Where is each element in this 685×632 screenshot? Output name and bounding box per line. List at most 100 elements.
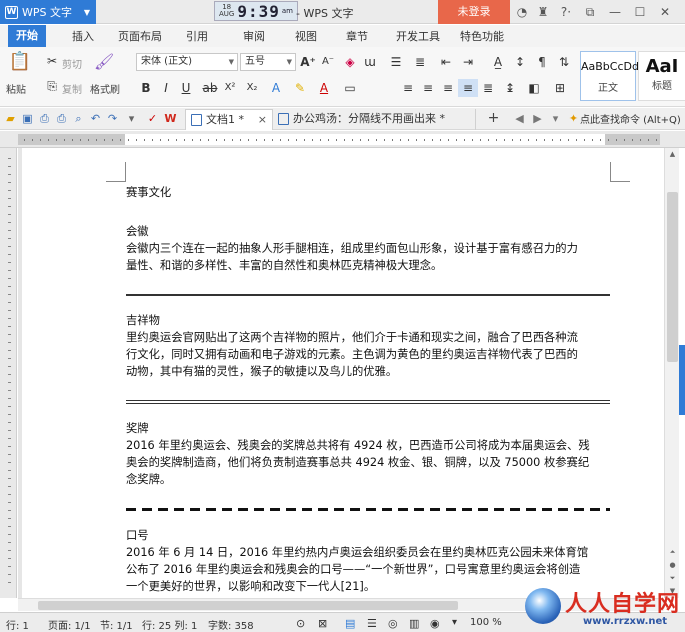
cut-label[interactable]: 剪切 bbox=[62, 56, 82, 71]
italic-icon[interactable]: I bbox=[156, 79, 176, 97]
tab-special[interactable]: 特色功能 bbox=[460, 28, 504, 44]
line-spacing-icon[interactable]: ↨ bbox=[500, 79, 520, 97]
command-search[interactable]: 点此查找命令 (Alt+Q) bbox=[580, 111, 681, 126]
tab-list-icon[interactable]: ▾ bbox=[548, 111, 563, 126]
shirt-icon[interactable]: ♜ bbox=[535, 4, 551, 20]
increase-indent-icon[interactable]: ⇥ bbox=[458, 53, 478, 71]
chinese-layout-icon[interactable]: A̲ bbox=[488, 53, 508, 71]
tab-insert[interactable]: 插入 bbox=[72, 28, 94, 44]
status-page[interactable]: 页面: 1/1 bbox=[48, 617, 91, 632]
paste-label[interactable]: 粘贴 bbox=[6, 81, 26, 96]
highlight-icon[interactable]: ✎ bbox=[290, 79, 310, 97]
eye-protect-icon[interactable]: ◉ bbox=[430, 617, 440, 630]
scroll-thumb[interactable] bbox=[667, 192, 678, 362]
char-border-icon[interactable]: ▭ bbox=[340, 79, 360, 97]
redo-icon[interactable]: ↷ bbox=[105, 111, 120, 126]
sort-icon[interactable]: ↕ bbox=[510, 53, 530, 71]
undo-icon[interactable]: ↶ bbox=[88, 111, 103, 126]
scroll-up-icon[interactable]: ▲ bbox=[665, 148, 680, 161]
doc-tab-1[interactable]: 文档1 * × bbox=[185, 109, 273, 130]
pin-icon[interactable]: ✓ bbox=[145, 111, 160, 126]
distributed-icon[interactable]: ≣ bbox=[478, 79, 498, 97]
minimize-icon[interactable]: — bbox=[607, 4, 623, 20]
font-color-icon[interactable]: A bbox=[314, 79, 334, 97]
align-center-icon[interactable]: ≡ bbox=[418, 79, 438, 97]
style-heading[interactable]: AaI 标题 bbox=[638, 51, 685, 101]
zoom-menu-icon[interactable]: ▾ bbox=[452, 617, 457, 628]
subscript-icon[interactable]: X₂ bbox=[242, 79, 262, 97]
tab-page-layout[interactable]: 页面布局 bbox=[118, 28, 162, 44]
style-normal[interactable]: AaBbCcDd 正文 bbox=[580, 51, 639, 101]
tab-chapter[interactable]: 章节 bbox=[346, 28, 368, 44]
new-tab-icon[interactable]: + bbox=[486, 111, 501, 126]
prev-page-icon[interactable]: ⏶ bbox=[665, 546, 680, 559]
read-mode-icon[interactable]: ▥ bbox=[409, 617, 419, 630]
close-icon[interactable]: ✕ bbox=[657, 4, 673, 20]
grow-font-icon[interactable]: A⁺ bbox=[298, 53, 318, 71]
skin-icon[interactable]: ◔ bbox=[514, 4, 530, 20]
numbering-icon[interactable]: ≣ bbox=[410, 53, 430, 71]
tab-developer[interactable]: 开发工具 bbox=[396, 28, 440, 44]
restore-ribbon-icon[interactable]: ⧉ bbox=[582, 4, 598, 20]
font-name-select[interactable]: 宋体 (正文) ▼ bbox=[136, 53, 238, 71]
open-folder-icon[interactable]: ▰ bbox=[3, 111, 18, 126]
bullets-icon[interactable]: ☰ bbox=[386, 53, 406, 71]
outline-view-icon[interactable]: ☰ bbox=[367, 617, 377, 630]
wps-tab-icon[interactable]: W bbox=[163, 111, 178, 126]
tab-references[interactable]: 引用 bbox=[186, 28, 208, 44]
track-changes-icon[interactable]: ⊙ bbox=[296, 617, 305, 630]
print-icon[interactable]: ⎙ bbox=[54, 111, 69, 126]
clear-format-icon[interactable]: ◈ bbox=[340, 53, 360, 71]
status-word-count[interactable]: 字数: 358 bbox=[208, 617, 254, 632]
print-preview-icon[interactable]: ⌕ bbox=[71, 111, 86, 126]
strikethrough-icon[interactable]: ab bbox=[200, 79, 220, 97]
decrease-indent-icon[interactable]: ⇤ bbox=[436, 53, 456, 71]
page-view-icon[interactable]: ▤ bbox=[345, 617, 355, 630]
customize-qa-icon[interactable]: ▾ bbox=[124, 111, 139, 126]
help-icon[interactable]: ?· bbox=[555, 4, 577, 20]
format-painter-icon[interactable]: 🖌 bbox=[94, 53, 114, 71]
hscroll-thumb[interactable] bbox=[38, 601, 458, 610]
wps-app-menu-button[interactable]: W WPS 文字 ▼ bbox=[0, 0, 96, 24]
export-pdf-icon[interactable]: ⎙ bbox=[37, 111, 52, 126]
justify-icon[interactable]: ≡ bbox=[458, 79, 478, 97]
text-direction-icon[interactable]: ⇅ bbox=[554, 53, 574, 71]
superscript-icon[interactable]: X² bbox=[220, 79, 240, 97]
tab-next-icon[interactable]: ▶ bbox=[530, 111, 545, 126]
close-icon[interactable]: × bbox=[258, 110, 267, 130]
copy-icon[interactable]: ⎘ bbox=[42, 77, 62, 95]
paste-icon[interactable]: 📋 bbox=[8, 53, 32, 79]
select-browse-icon[interactable]: ● bbox=[665, 559, 680, 572]
bold-icon[interactable]: B bbox=[136, 79, 156, 97]
text-effect-icon[interactable]: A bbox=[266, 79, 286, 97]
format-painter-label[interactable]: 格式刷 bbox=[90, 81, 120, 96]
side-panel-toggle[interactable] bbox=[679, 345, 685, 415]
font-size-select[interactable]: 五号 ▼ bbox=[240, 53, 296, 71]
page[interactable]: 赛事文化 会徽 会徽内三个连在一起的抽象人形手腿相连，组成里约面包山形象，设计基… bbox=[22, 148, 664, 598]
scissors-icon[interactable]: ✂ bbox=[42, 52, 62, 70]
login-button[interactable]: 未登录 bbox=[438, 0, 510, 24]
maximize-icon[interactable]: ☐ bbox=[632, 4, 648, 20]
shrink-font-icon[interactable]: A⁻ bbox=[318, 53, 338, 71]
shading-icon[interactable]: ◧ bbox=[524, 79, 544, 97]
tab-home[interactable]: 开始 bbox=[8, 25, 46, 47]
tab-view[interactable]: 视图 bbox=[295, 28, 317, 44]
borders-icon[interactable]: ⊞ bbox=[550, 79, 570, 97]
save-icon[interactable]: ▣ bbox=[20, 111, 35, 126]
zoom-level[interactable]: 100 % bbox=[470, 617, 502, 628]
tab-review[interactable]: 审阅 bbox=[243, 28, 265, 44]
tab-prev-icon[interactable]: ◀ bbox=[512, 111, 527, 126]
vertical-ruler[interactable] bbox=[0, 148, 17, 598]
vertical-scrollbar[interactable]: ▲ ⏶ ● ⏷ ▼ bbox=[664, 148, 679, 598]
show-marks-icon[interactable]: ¶ bbox=[532, 53, 552, 71]
protect-icon[interactable]: ⊠ bbox=[318, 617, 327, 630]
doc-tab-2[interactable]: 办公鸡汤：分隔线不用画出来 * bbox=[273, 109, 476, 130]
horizontal-ruler[interactable] bbox=[0, 131, 685, 148]
align-left-icon[interactable]: ≡ bbox=[398, 79, 418, 97]
web-view-icon[interactable]: ◎ bbox=[388, 617, 398, 630]
underline-icon[interactable]: U bbox=[176, 79, 196, 97]
align-right-icon[interactable]: ≡ bbox=[438, 79, 458, 97]
document-body[interactable]: 赛事文化 会徽 会徽内三个连在一起的抽象人形手腿相连，组成里约面包山形象，设计基… bbox=[126, 184, 610, 595]
phonetic-icon[interactable]: ɯ bbox=[360, 53, 380, 71]
copy-label[interactable]: 复制 bbox=[62, 81, 82, 96]
